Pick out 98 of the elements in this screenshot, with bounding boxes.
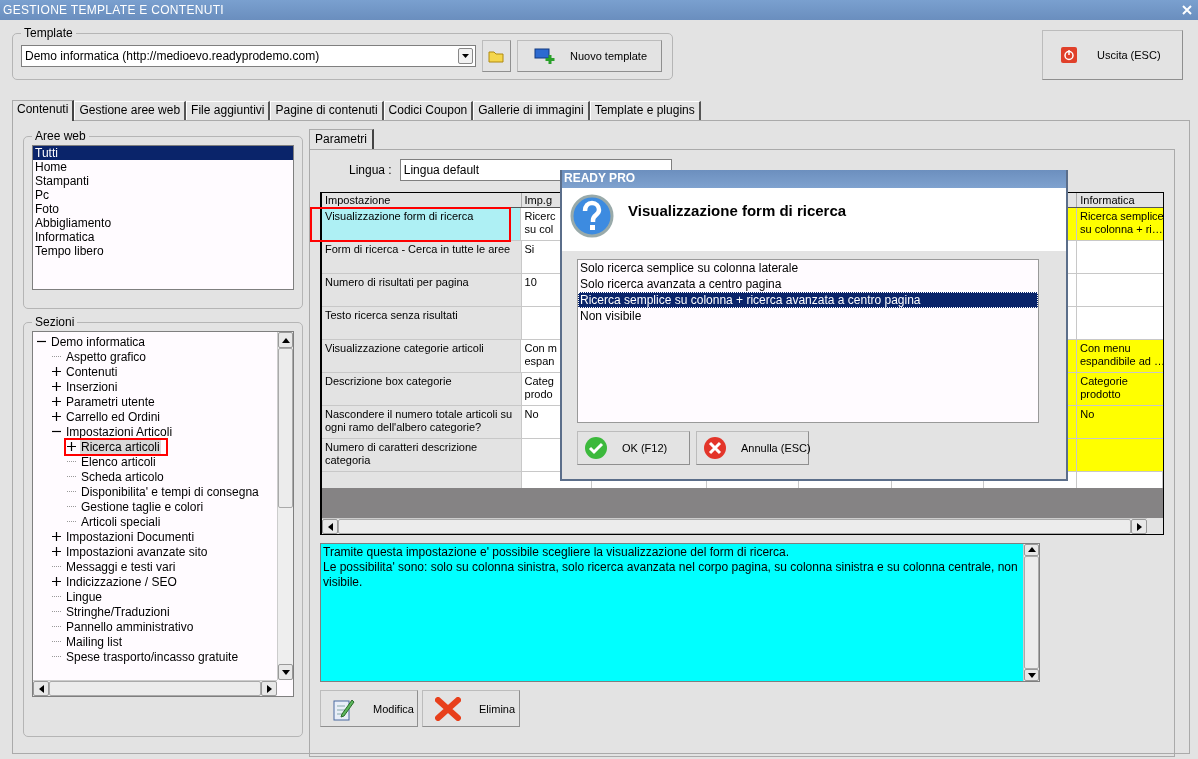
group-label: Template: [23, 26, 74, 40]
tab[interactable]: Parametri: [309, 129, 374, 149]
table-cell[interactable]: Nascondere il numero totale articoli su ogni ramo dell'albero categorie?: [322, 406, 522, 438]
table-cell[interactable]: Descrizione box categorie: [322, 373, 522, 405]
tree-item[interactable]: Articoli speciali: [80, 514, 162, 529]
tab[interactable]: Template e plugins: [589, 101, 701, 120]
edit-button[interactable]: Modifica: [320, 690, 418, 727]
tree-item[interactable]: Parametri utente: [65, 394, 156, 409]
arrow-right-icon[interactable]: [1136, 522, 1142, 531]
arrow-up-icon[interactable]: [1027, 547, 1036, 553]
tree-item[interactable]: Gestione taglie e colori: [80, 499, 205, 514]
table-cell[interactable]: Visualizzazione form di ricerca: [322, 208, 522, 240]
expand-icon[interactable]: [52, 382, 61, 391]
tree-item[interactable]: Spese trasporto/incasso gratuite: [65, 649, 240, 664]
template-dropdown[interactable]: Demo informatica (http://medioevo.readyprodemo.com): [21, 44, 476, 67]
arrow-left-icon[interactable]: [38, 684, 44, 693]
tree-item[interactable]: Scheda articolo: [80, 469, 165, 484]
cancel-icon: [703, 436, 727, 460]
close-icon[interactable]: [1182, 5, 1192, 15]
column-header: Impostazione: [322, 193, 522, 207]
scrollbar[interactable]: [277, 332, 293, 680]
exit-button[interactable]: Uscita (ESC): [1042, 30, 1183, 80]
description-text: Tramite questa impostazione e' possibile scegliere la visualizzazione del form di ricerca. Le possibilita' sono: solo su colonna sinistra, solo ricerca avanzata nel corpo pagina, su colonna sinistra e su colonna centrale, non visibile.: [322, 544, 1019, 591]
expand-icon[interactable]: [67, 442, 76, 451]
tab[interactable]: Gallerie di immagini: [473, 101, 590, 120]
power-icon: [1061, 47, 1077, 63]
table-cell: Ricerca semplice su colonna + ri…: [1076, 208, 1163, 240]
check-icon: [584, 436, 608, 460]
tree-item[interactable]: Pannello amministrativo: [65, 619, 195, 634]
tree-item[interactable]: Stringhe/Traduzioni: [65, 604, 171, 619]
tab[interactable]: File aggiuntivi: [186, 101, 271, 120]
scrollbar[interactable]: [1023, 544, 1039, 681]
dialog-heading: Visualizzazione form di ricerca: [628, 202, 847, 221]
tab[interactable]: Pagine di contenuti: [270, 101, 384, 120]
table-cell: No: [1077, 406, 1163, 438]
list-item[interactable]: Tutti: [33, 146, 293, 160]
scrollbar[interactable]: [33, 680, 277, 696]
window-title: GESTIONE TEMPLATE E CONTENUTI: [3, 3, 224, 17]
tree-item[interactable]: Elenco articoli: [80, 454, 157, 469]
arrow-down-icon[interactable]: [281, 669, 290, 675]
cancel-button[interactable]: Annulla (ESC): [696, 431, 809, 465]
list-item[interactable]: Non visibile: [578, 308, 1038, 324]
new-template-button[interactable]: Nuovo template: [517, 39, 662, 72]
question-icon: [570, 194, 614, 238]
expand-icon[interactable]: [52, 532, 61, 541]
scrollbar[interactable]: [322, 518, 1147, 534]
tree-item[interactable]: Impostazioni Articoli: [65, 424, 174, 439]
tab[interactable]: Codici Coupon: [383, 101, 474, 120]
expand-icon[interactable]: [52, 547, 61, 556]
table-cell[interactable]: Form di ricerca - Cerca in tutte le aree: [322, 241, 522, 273]
tree-item[interactable]: Inserzioni: [65, 379, 119, 394]
folder-icon: [488, 48, 505, 63]
tab[interactable]: Contenuti: [12, 100, 75, 121]
tree-item[interactable]: Messaggi e testi vari: [65, 559, 177, 574]
arrow-down-icon[interactable]: [1027, 672, 1036, 678]
group-label: Aree web: [34, 129, 87, 143]
list-item[interactable]: Pc: [33, 188, 293, 202]
column-header: Informatica: [1079, 193, 1136, 207]
list-item[interactable]: Stampanti: [33, 174, 293, 188]
ok-button[interactable]: OK (F12): [577, 431, 690, 465]
tree-item[interactable]: Demo informatica: [50, 334, 147, 349]
tree-item[interactable]: Mailing list: [65, 634, 123, 649]
table-cell[interactable]: Numero di caratteri descrizione categoria: [322, 439, 522, 471]
tree-item[interactable]: Carrello ed Ordini: [65, 409, 162, 424]
expand-icon[interactable]: [52, 397, 61, 406]
arrow-up-icon[interactable]: [281, 337, 290, 343]
table-cell: Con menu espandibile ad …: [1076, 340, 1163, 372]
group-label: Sezioni: [34, 315, 76, 329]
list-item[interactable]: Ricerca semplice su colonna + ricerca avanzata a centro pagina: [578, 292, 1038, 308]
delete-button[interactable]: Elimina: [422, 690, 520, 727]
list-item[interactable]: Foto: [33, 202, 293, 216]
arrow-left-icon[interactable]: [327, 522, 333, 531]
tree-item[interactable]: Disponibilita' e tempi di consegna: [80, 484, 260, 499]
description-box[interactable]: [320, 543, 1040, 682]
dialog-title: READY PRO: [562, 170, 1066, 188]
tree-item[interactable]: Impostazioni avanzate sito: [65, 544, 209, 559]
tree-item[interactable]: Aspetto grafico: [65, 349, 148, 364]
caret-down-icon[interactable]: [462, 53, 469, 58]
arrow-right-icon[interactable]: [266, 684, 272, 693]
table-cell[interactable]: Numero di risultati per pagina: [322, 274, 522, 306]
list-item[interactable]: Tempo libero: [33, 244, 293, 258]
tree-item[interactable]: Indicizzazione / SEO: [65, 574, 178, 589]
list-item[interactable]: Abbigliamento: [33, 216, 293, 230]
table-cell[interactable]: Visualizzazione categorie articoli: [322, 340, 522, 372]
expand-icon[interactable]: [52, 577, 61, 586]
list-item[interactable]: Home: [33, 160, 293, 174]
expand-icon[interactable]: [52, 412, 61, 421]
tree-item[interactable]: Lingue: [65, 589, 104, 604]
tab[interactable]: Gestione aree web: [74, 101, 187, 120]
monitor-add-icon: [534, 46, 556, 65]
tree-item[interactable]: Contenuti: [65, 364, 119, 379]
tree-item[interactable]: Impostazioni Documenti: [65, 529, 196, 544]
table-cell[interactable]: Testo ricerca senza risultati: [322, 307, 522, 339]
list-item[interactable]: Informatica: [33, 230, 293, 244]
delete-icon: [435, 696, 461, 721]
language-label: Lingua :: [349, 163, 392, 177]
table-cell: Categorie prodotto: [1077, 373, 1163, 405]
expand-icon[interactable]: [52, 367, 61, 376]
